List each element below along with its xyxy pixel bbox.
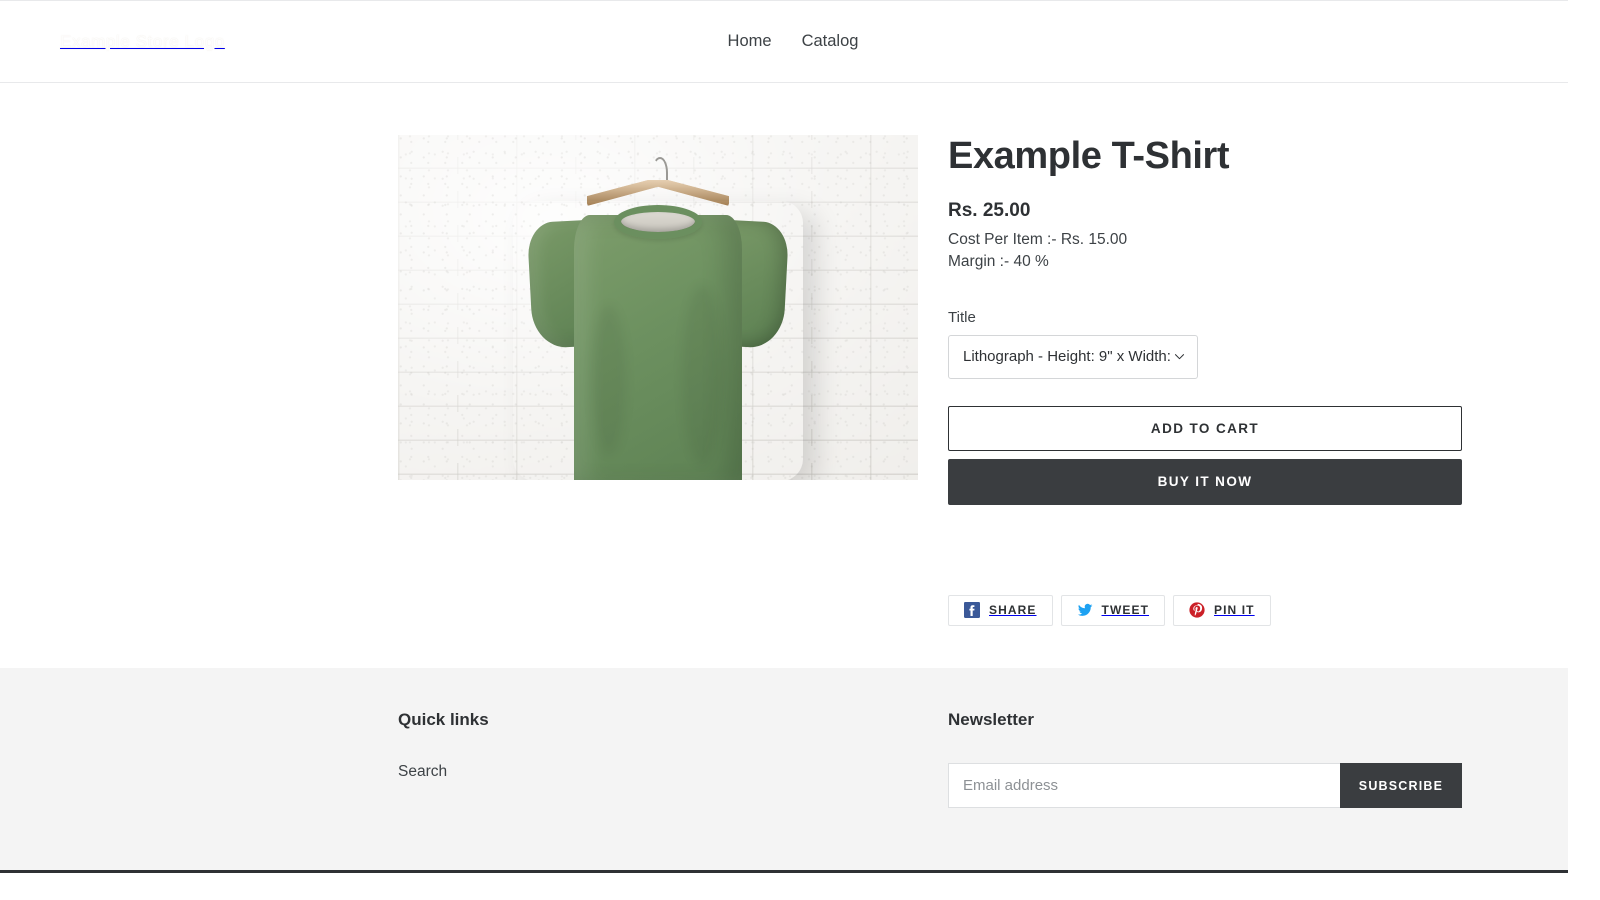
share-facebook-label: SHARE xyxy=(989,603,1037,618)
variant-select-value: Lithograph - Height: 9" x Width: xyxy=(963,348,1170,366)
product-cost-per-item: Cost Per Item :- Rs. 15.00 xyxy=(948,230,1128,248)
site-footer: Quick links Search Newsletter SUBSCRIBE xyxy=(0,668,1568,873)
share-facebook-button[interactable]: SHARE xyxy=(948,594,1053,626)
product-margin: Margin :- 40 % xyxy=(948,252,1049,270)
add-to-cart-button[interactable]: ADD TO CART xyxy=(948,405,1462,451)
footer-newsletter: Newsletter SUBSCRIBE xyxy=(948,710,1508,808)
footer-quick-links: Quick links Search xyxy=(398,710,918,808)
buy-it-now-button[interactable]: BUY IT NOW xyxy=(948,458,1462,505)
page-title: Example T-Shirt xyxy=(948,135,1230,177)
facebook-icon xyxy=(964,602,980,619)
product-price: Rs. 25.00 xyxy=(948,199,1031,221)
share-twitter-button[interactable]: TWEET xyxy=(1060,594,1166,626)
variant-label: Title xyxy=(948,308,976,326)
product-image[interactable] xyxy=(398,135,918,480)
product-info-column: Example T-Shirt Rs. 25.00 Cost Per Item … xyxy=(948,135,1508,668)
twitter-icon xyxy=(1077,602,1093,618)
page-root: Example Store Logo Home Catalog Example … xyxy=(0,0,1568,900)
tshirt-fold-right xyxy=(682,285,722,465)
share-buttons: SHARE TWEET PIN IT xyxy=(948,594,1508,626)
tshirt-fold-left xyxy=(592,305,626,455)
quick-links-heading: Quick links xyxy=(398,710,489,729)
email-field[interactable] xyxy=(948,763,1340,808)
chevron-down-icon xyxy=(1174,351,1185,362)
subscribe-button[interactable]: SUBSCRIBE xyxy=(1340,763,1462,808)
pinterest-icon xyxy=(1189,602,1205,618)
purchase-buttons: ADD TO CART BUY IT NOW xyxy=(948,405,1508,505)
variant-selector-block: Title Lithograph - Height: 9" x Width: xyxy=(948,309,1508,379)
nav-link-home[interactable]: Home xyxy=(726,29,774,54)
newsletter-form: SUBSCRIBE xyxy=(948,763,1462,808)
footer-link-search[interactable]: Search xyxy=(398,763,447,780)
share-pinterest-label: PIN IT xyxy=(1214,603,1255,618)
share-pinterest-button[interactable]: PIN IT xyxy=(1173,594,1271,626)
product-media-column xyxy=(398,135,918,668)
newsletter-heading: Newsletter xyxy=(948,710,1034,729)
site-header: Example Store Logo Home Catalog xyxy=(0,0,1568,83)
share-twitter-label: TWEET xyxy=(1101,603,1150,618)
tshirt-body xyxy=(574,215,742,480)
tshirt-graphic xyxy=(526,197,790,480)
nav-link-catalog[interactable]: Catalog xyxy=(800,29,861,54)
site-logo-text: Example Store Logo xyxy=(60,32,225,51)
footer-inner: Quick links Search Newsletter SUBSCRIBE xyxy=(0,668,1568,808)
main-navigation: Home Catalog xyxy=(708,29,861,54)
variant-select[interactable]: Lithograph - Height: 9" x Width: xyxy=(948,334,1198,379)
site-logo[interactable]: Example Store Logo xyxy=(60,27,225,57)
tshirt-collar xyxy=(614,205,702,239)
product-section: Example T-Shirt Rs. 25.00 Cost Per Item … xyxy=(0,83,1568,668)
hanger-hook xyxy=(652,157,668,183)
